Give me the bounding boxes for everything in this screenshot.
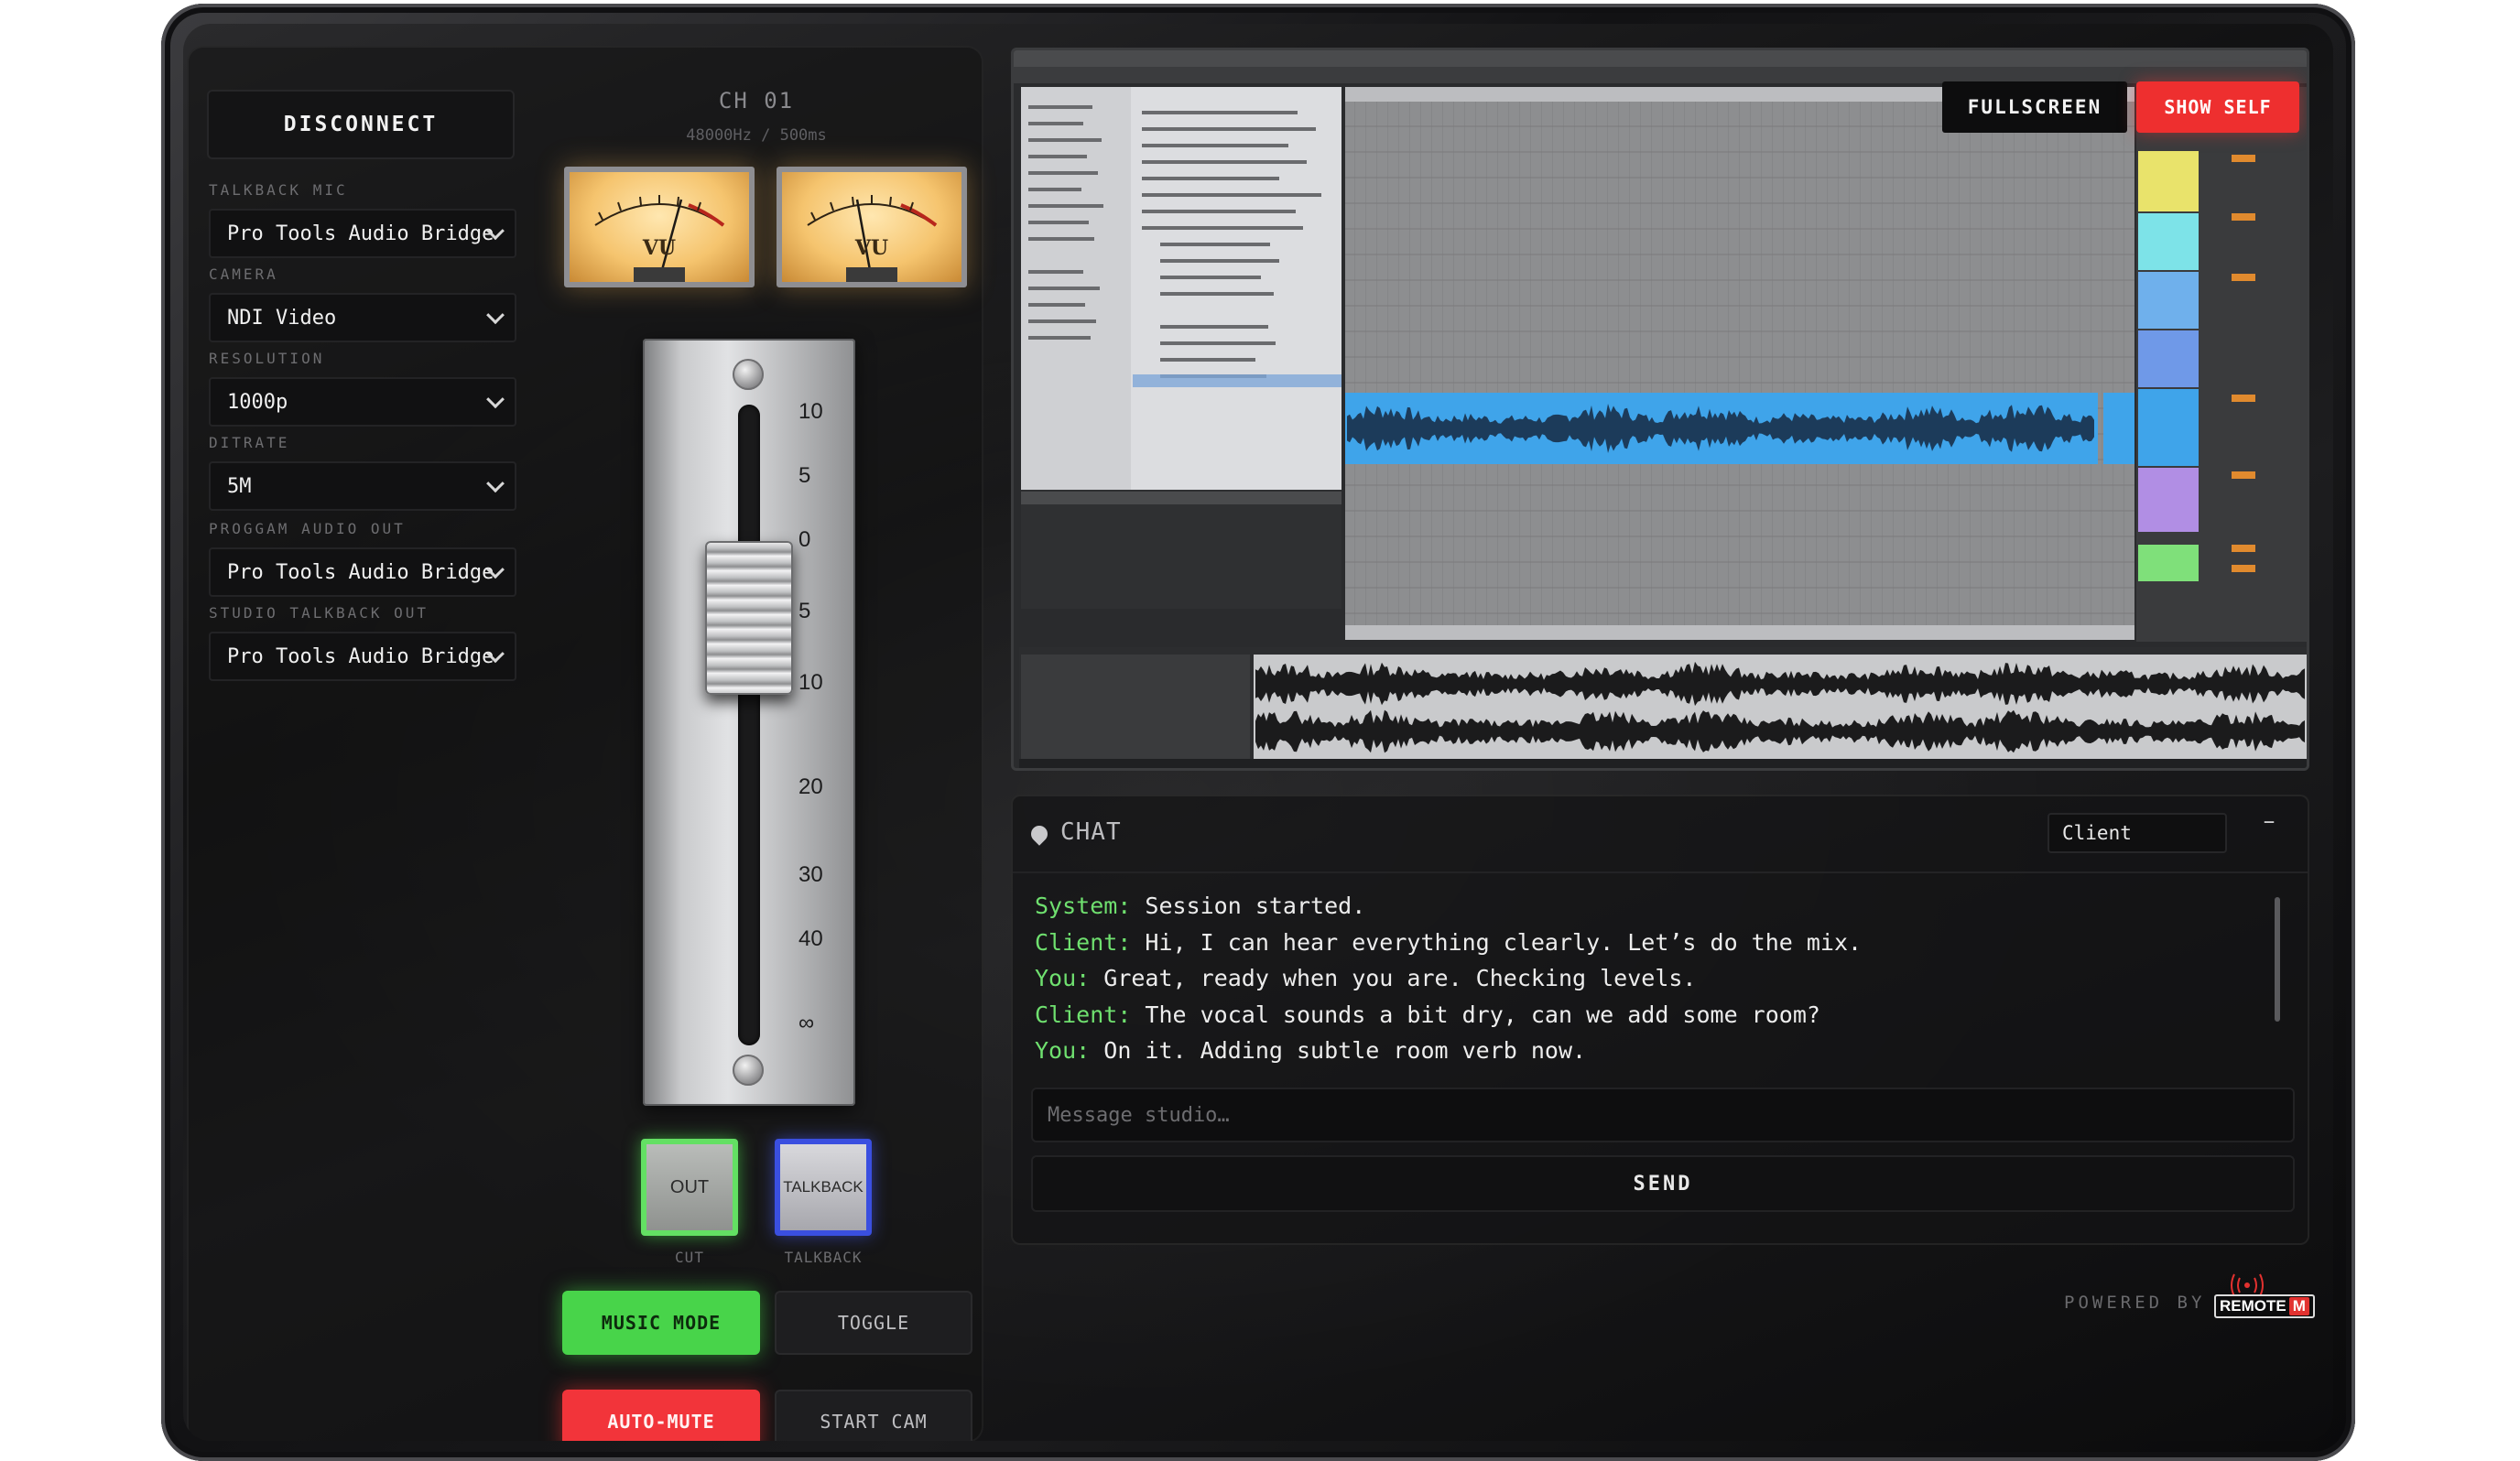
fader-scale-mark: 30 bbox=[798, 862, 823, 887]
message-text: Great, ready when you are. Checking leve… bbox=[1103, 965, 1697, 991]
chat-recipient-select[interactable]: Client bbox=[2048, 813, 2227, 853]
message-text: The vocal sounds a bit dry, can we add s… bbox=[1145, 1001, 1820, 1028]
chat-title: CHAT bbox=[1060, 818, 1122, 846]
cut-caption: CUT bbox=[675, 1249, 704, 1266]
toggle-button[interactable]: TOGGLE bbox=[775, 1291, 972, 1355]
message-text: Session started. bbox=[1145, 893, 1366, 919]
camera-select[interactable]: NDI Video bbox=[209, 293, 516, 342]
broadcast-icon bbox=[2231, 1273, 2264, 1296]
vu-scale-graphic bbox=[807, 195, 938, 282]
vu-scale-graphic bbox=[594, 195, 725, 282]
remote-logo: REMOTE M bbox=[2214, 1269, 2315, 1324]
fader-track[interactable] bbox=[738, 405, 760, 1045]
fullscreen-button[interactable]: FULLSCREEN bbox=[1942, 81, 2127, 133]
bitrate-value: 5M bbox=[227, 474, 252, 498]
chevron-down-icon bbox=[486, 390, 505, 409]
program-audio-out-value: Pro Tools Audio Bridge bbox=[227, 560, 494, 584]
fader-scale-mark: 0 bbox=[798, 527, 811, 552]
send-button[interactable]: SEND bbox=[1031, 1155, 2295, 1212]
channel-format: 48000Hz / 500ms bbox=[686, 126, 827, 145]
powered-by-label: POWERED BY bbox=[2064, 1293, 2206, 1313]
resolution-select[interactable]: 1000p bbox=[209, 377, 516, 427]
start-cam-button[interactable]: START CAM bbox=[775, 1390, 972, 1441]
message-text: On it. Adding subtle room verb now. bbox=[1103, 1037, 1587, 1064]
channel-title: CH 01 bbox=[718, 88, 795, 114]
chat-message-list: System: Session started. Client: Hi, I c… bbox=[1035, 888, 2262, 1069]
app-screen: DISCONNECT TALKBACK MIC Pro Tools Audio … bbox=[183, 24, 2333, 1441]
vu-meter-right: VU bbox=[777, 167, 967, 287]
message-sender: Client: bbox=[1035, 928, 1132, 956]
camera-value: NDI Video bbox=[227, 306, 337, 330]
camera-label: CAMERA bbox=[209, 265, 278, 283]
chat-panel: CHAT Client – System: Session started. C… bbox=[1011, 795, 2309, 1245]
disconnect-button[interactable]: DISCONNECT bbox=[207, 90, 515, 159]
chat-message: System: Session started. bbox=[1035, 888, 2262, 925]
resolution-value: 1000p bbox=[227, 390, 288, 414]
chat-message: Client: Hi, I can hear everything clearl… bbox=[1035, 925, 2262, 961]
fader-scale-mark: 40 bbox=[798, 926, 823, 951]
message-text: Hi, I can hear everything clearly. Let’s… bbox=[1145, 928, 1863, 956]
logo-wordmark: REMOTE M bbox=[2214, 1294, 2315, 1318]
channel-fader[interactable]: 10 5 0 5 10 20 30 40 ∞ bbox=[643, 339, 855, 1106]
chevron-down-icon bbox=[486, 306, 505, 325]
resolution-label: RESOLUTION bbox=[209, 350, 325, 367]
auto-mute-button[interactable]: AUTO-MUTE bbox=[562, 1390, 760, 1441]
screw-icon bbox=[733, 1055, 764, 1086]
minimize-icon[interactable]: – bbox=[2253, 807, 2286, 840]
fader-scale-mark: 5 bbox=[798, 463, 811, 488]
device-frame: DISCONNECT TALKBACK MIC Pro Tools Audio … bbox=[161, 4, 2355, 1461]
music-mode-button[interactable]: MUSIC MODE bbox=[562, 1291, 760, 1355]
bitrate-label: DITRATE bbox=[209, 434, 290, 451]
program-audio-out-label: PROGGAM AUDIO OUT bbox=[209, 520, 406, 537]
talkback-caption: TALKBACK bbox=[784, 1249, 863, 1266]
studio-talkback-out-label: STUDIO TALKBACK OUT bbox=[209, 604, 429, 622]
chat-message: You: Great, ready when you are. Checking… bbox=[1035, 960, 2262, 997]
daw-session-image bbox=[1014, 50, 2307, 768]
chat-message: You: On it. Adding subtle room verb now. bbox=[1035, 1033, 2262, 1069]
chevron-down-icon bbox=[486, 474, 505, 493]
fader-scale-mark: 10 bbox=[798, 399, 823, 424]
fader-scale-mark: 20 bbox=[798, 774, 823, 799]
bitrate-select[interactable]: 5M bbox=[209, 461, 516, 511]
chat-bubble-icon bbox=[1027, 822, 1051, 846]
logo-mark: M bbox=[2288, 1297, 2309, 1315]
chat-message: Client: The vocal sounds a bit dry, can … bbox=[1035, 997, 2262, 1034]
message-sender: System: bbox=[1035, 893, 1132, 919]
chat-recipient-value: Client bbox=[2062, 822, 2132, 844]
message-input[interactable] bbox=[1031, 1088, 2295, 1142]
fader-cap[interactable] bbox=[705, 540, 793, 695]
fader-scale-mark: ∞ bbox=[798, 1011, 815, 1035]
vu-label-right: VU bbox=[854, 236, 889, 260]
message-sender: You: bbox=[1035, 1037, 1091, 1064]
out-button[interactable]: OUT bbox=[641, 1139, 738, 1236]
vu-label-left: VU bbox=[642, 236, 677, 260]
show-self-button[interactable]: SHOW SELF bbox=[2136, 81, 2299, 133]
chat-scrollbar[interactable] bbox=[2275, 897, 2280, 1022]
screen-share-view[interactable]: FULLSCREEN SHOW SELF bbox=[1011, 48, 2309, 771]
logo-word-text: REMOTE bbox=[2220, 1297, 2286, 1315]
talkback-mic-label: TALKBACK MIC bbox=[209, 181, 348, 199]
control-panel: DISCONNECT TALKBACK MIC Pro Tools Audio … bbox=[187, 46, 983, 1441]
talkback-mic-value: Pro Tools Audio Bridge bbox=[227, 222, 494, 245]
message-sender: You: bbox=[1035, 965, 1091, 991]
fader-scale-mark: 10 bbox=[798, 670, 823, 695]
talkback-mic-select[interactable]: Pro Tools Audio Bridge bbox=[209, 209, 516, 258]
message-sender: Client: bbox=[1035, 1001, 1132, 1028]
screw-icon bbox=[733, 359, 764, 390]
fader-scale-mark: 5 bbox=[798, 599, 811, 623]
program-audio-out-select[interactable]: Pro Tools Audio Bridge bbox=[209, 547, 516, 597]
vu-meter-left: VU bbox=[564, 167, 755, 287]
chat-divider bbox=[1013, 871, 2308, 873]
studio-talkback-out-select[interactable]: Pro Tools Audio Bridge bbox=[209, 632, 516, 681]
studio-talkback-out-value: Pro Tools Audio Bridge bbox=[227, 644, 494, 668]
talkback-button[interactable]: TALKBACK bbox=[775, 1139, 872, 1236]
